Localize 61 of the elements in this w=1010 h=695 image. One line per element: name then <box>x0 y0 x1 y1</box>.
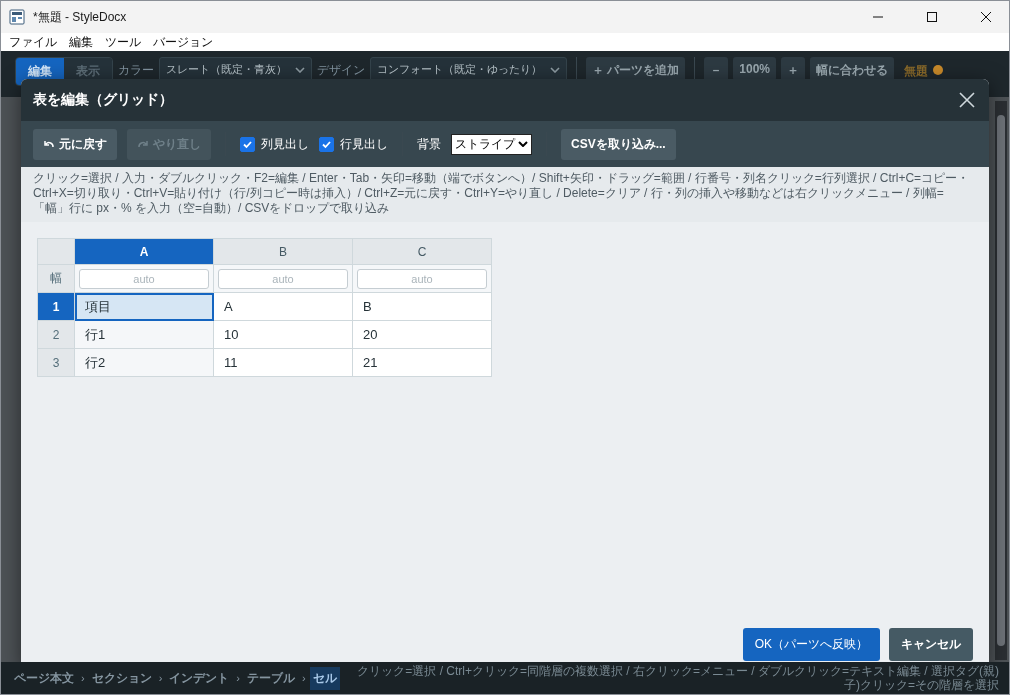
maximize-icon <box>927 12 937 22</box>
table-cell[interactable]: B <box>352 292 492 321</box>
hint-text: クリック=選択 / Ctrl+クリック=同階層の複数選択 / 右クリック=メニュー / ダブルクリック=テキスト編集 / 選択タグ(親)子)クリック=その階層を選択 <box>356 664 999 692</box>
table-cell[interactable]: 20 <box>352 320 492 349</box>
undo-button[interactable]: 元に戻す <box>33 128 117 160</box>
zoom-level-button[interactable]: 100% <box>733 57 777 81</box>
breadcrumb-separator: › <box>81 672 85 684</box>
column-header[interactable]: C <box>352 238 492 265</box>
breadcrumb-separator: › <box>158 672 163 684</box>
document-name: 無題 <box>904 63 929 80</box>
breadcrumb-separator: › <box>302 672 306 684</box>
column-header[interactable]: A <box>74 238 214 265</box>
breadcrumb-item[interactable]: ページ本文 <box>11 666 77 690</box>
width-row-label: 幅 <box>37 264 75 293</box>
close-button[interactable] <box>957 90 977 110</box>
checkbox-label: 行見出し <box>340 135 388 153</box>
breadcrumb-separator: › <box>236 672 240 684</box>
checkbox-label: 列見出し <box>261 135 309 153</box>
status-dot <box>933 65 944 75</box>
menu-item[interactable]: ファイル <box>7 33 63 51</box>
design-label: デザイン <box>317 62 365 79</box>
checkbox[interactable] <box>319 136 334 152</box>
dropdown-icon <box>550 66 560 73</box>
width-field[interactable]: auto <box>218 268 348 289</box>
import-csv-button[interactable]: CSVを取り込み... <box>561 128 676 160</box>
table-cell[interactable]: 項目 <box>74 292 214 321</box>
checkbox[interactable] <box>240 136 255 152</box>
width-field[interactable]: auto <box>79 268 209 289</box>
row-header[interactable]: 3 <box>37 348 75 377</box>
undo-icon <box>43 139 55 149</box>
table-cell[interactable]: 行1 <box>74 320 214 349</box>
breadcrumb-item[interactable]: セル <box>309 666 340 690</box>
help-text: クリック=選択 / 入力・ダブルクリック・F2=編集 / Enter・Tab・矢印=移動（端でボタンへ）/ Shift+矢印・ドラッグ=範囲 / 行番号・列名クリック=行列選択 / Ctrl+C=コピー・Ctrl+X=切り取り・Ctrl+V=貼り付け（行/列コピー時は挿入）/ Ctrl+Z=元に戻す・Ctrl+Y=やり直し / Delete=クリア / 行・列の挿入や移動などは右クリックメニュー / 列幅=「幅」行に px・% を入力（空=自動）/ CSVをドロップで取り込み <box>21 167 989 222</box>
window-title: *無題 - StyleDocx <box>33 8 127 26</box>
cancel-button[interactable]: キャンセル <box>889 628 973 661</box>
breadcrumb-item[interactable]: インデント <box>166 666 233 690</box>
ok-button[interactable]: OK（パーツへ反映） <box>742 628 880 661</box>
width-field[interactable]: auto <box>357 268 487 289</box>
table-cell[interactable]: 行2 <box>74 348 214 377</box>
close-icon <box>981 12 991 22</box>
dropdown-icon <box>295 66 305 73</box>
table-cell[interactable]: 21 <box>352 348 492 377</box>
column-header[interactable]: B <box>213 238 353 265</box>
breadcrumb-item[interactable]: セクション <box>88 666 155 690</box>
scrollbar[interactable] <box>995 101 1007 660</box>
row-header[interactable]: 1 <box>37 292 75 321</box>
app-icon <box>9 9 25 25</box>
color-label: カラー <box>118 62 154 79</box>
menu-item[interactable]: ツール <box>103 33 147 51</box>
table-cell[interactable]: 10 <box>213 320 353 349</box>
table-cell[interactable]: 11 <box>213 348 353 377</box>
redo-icon <box>137 139 149 149</box>
background-select[interactable]: ストライプ <box>451 133 532 155</box>
menu-item[interactable]: 編集 <box>67 33 99 51</box>
dropdown-icon <box>518 141 528 147</box>
breadcrumb-item[interactable]: テーブル <box>244 666 298 690</box>
background-label: 背景 <box>417 135 441 153</box>
row-header[interactable]: 2 <box>37 320 75 349</box>
dialog-title: 表を編集（グリッド） <box>33 91 173 109</box>
menu-item[interactable]: バージョン <box>151 33 219 51</box>
table-cell[interactable]: A <box>213 292 353 321</box>
